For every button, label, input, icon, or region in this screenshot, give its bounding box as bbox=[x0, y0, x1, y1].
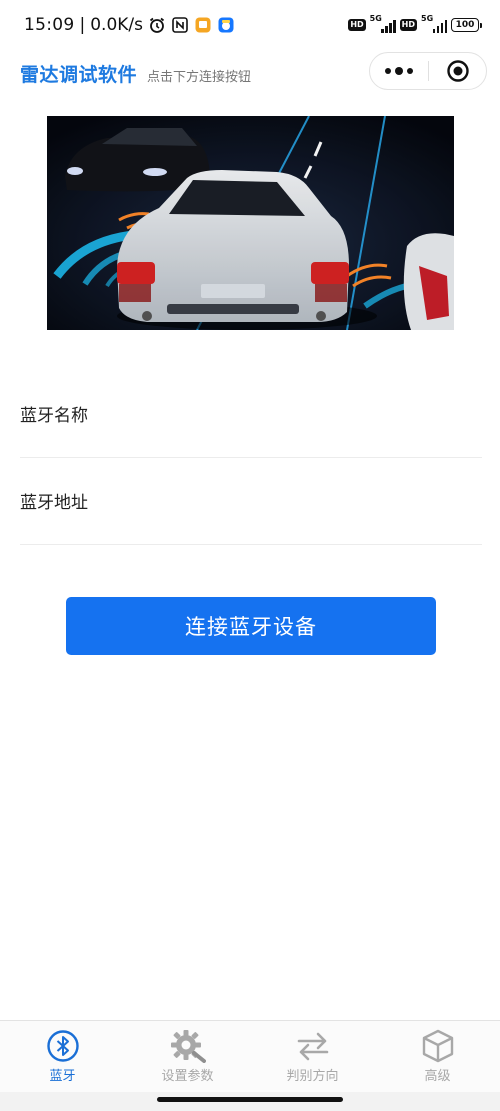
network-type-2: 5G bbox=[421, 14, 434, 23]
bluetooth-address-row: 蓝牙地址 bbox=[20, 457, 482, 545]
tab-label-advanced: 高级 bbox=[424, 1069, 451, 1084]
tab-label-bluetooth: 蓝牙 bbox=[49, 1069, 76, 1084]
bluetooth-icon bbox=[46, 1030, 79, 1062]
hd-badge: HD bbox=[348, 19, 366, 31]
app-header: 雷达调试软件 点击下方连接按钮 bbox=[0, 50, 500, 98]
battery-level: 100 bbox=[451, 18, 479, 32]
more-dot-icon bbox=[385, 68, 391, 74]
alarm-icon bbox=[148, 16, 166, 34]
bluetooth-name-row: 蓝牙名称 bbox=[20, 370, 482, 458]
battery-icon: 100 bbox=[451, 18, 482, 32]
tab-label-direction: 判别方向 bbox=[286, 1069, 339, 1084]
tab-advanced[interactable]: 高级 bbox=[375, 1021, 500, 1092]
gear-icon bbox=[170, 1030, 206, 1063]
target-close-icon bbox=[446, 60, 469, 82]
more-menu-button[interactable] bbox=[370, 53, 428, 89]
home-indicator[interactable] bbox=[157, 1097, 343, 1102]
tab-direction[interactable]: 判别方向 bbox=[250, 1021, 375, 1092]
page-subtitle: 点击下方连接按钮 bbox=[147, 70, 252, 85]
cube-icon bbox=[422, 1029, 453, 1063]
bottom-tab-bar: 蓝牙 设置参数 判别方向 高级 bbox=[0, 1020, 500, 1092]
tab-bluetooth[interactable]: 蓝牙 bbox=[0, 1021, 125, 1092]
status-separator: | bbox=[79, 15, 86, 35]
tab-label-settings: 设置参数 bbox=[161, 1069, 214, 1084]
tab-settings[interactable]: 设置参数 bbox=[125, 1021, 250, 1092]
swap-arrows-icon bbox=[297, 1032, 328, 1061]
network-speed: 0.0K/s bbox=[90, 15, 144, 35]
status-bar: 15:09 | 0.0K/s HD 5G HD 5G 100 bbox=[0, 0, 500, 50]
hd-badge-2: HD bbox=[399, 19, 417, 31]
status-left: 15:09 | 0.0K/s bbox=[24, 15, 235, 35]
signal-icon: 5G bbox=[369, 14, 396, 34]
page-title: 雷达调试软件 bbox=[20, 64, 138, 86]
app-notification-icon-2 bbox=[217, 16, 235, 34]
car-radar-banner-image bbox=[47, 116, 454, 330]
signal-icon-2: 5G bbox=[421, 14, 447, 34]
status-time: 15:09 bbox=[24, 15, 75, 35]
nfc-icon bbox=[171, 16, 189, 34]
app-notification-icon bbox=[194, 16, 212, 34]
close-button[interactable] bbox=[429, 53, 486, 89]
network-type: 5G bbox=[369, 14, 382, 23]
bluetooth-name-label: 蓝牙名称 bbox=[20, 406, 88, 426]
connect-bluetooth-button[interactable]: 连接蓝牙设备 bbox=[66, 597, 436, 655]
mini-program-capsule bbox=[369, 52, 487, 90]
more-dot-icon bbox=[395, 67, 403, 75]
more-dot-icon bbox=[407, 68, 413, 74]
bluetooth-address-label: 蓝牙地址 bbox=[20, 493, 88, 513]
status-right: HD 5G HD 5G 100 bbox=[348, 14, 482, 34]
